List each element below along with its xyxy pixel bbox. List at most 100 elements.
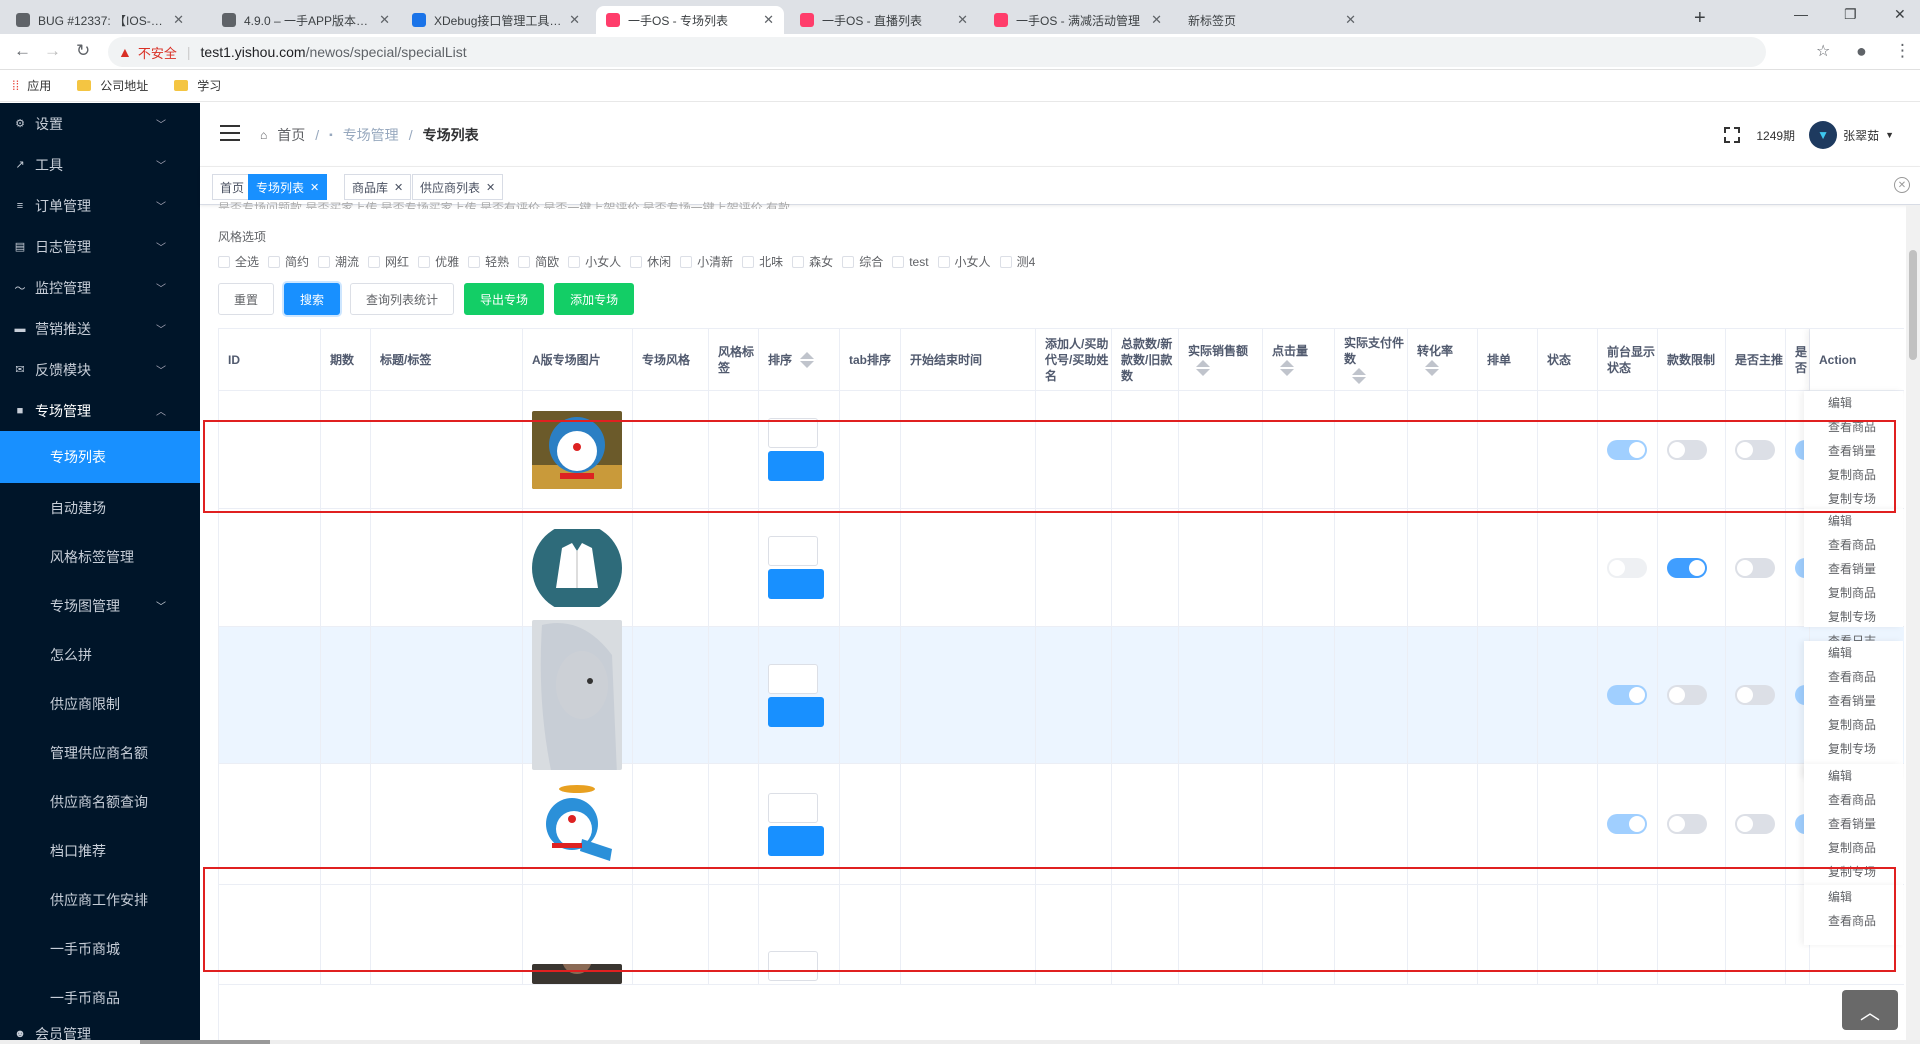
count-limit-toggle[interactable] — [1667, 814, 1707, 834]
front-display-toggle[interactable] — [1607, 557, 1647, 578]
star-icon[interactable]: ☆ — [1816, 41, 1830, 61]
sidebar-submenu-item[interactable]: 专场列表 — [0, 431, 200, 483]
username[interactable]: 张翠茹 — [1843, 127, 1879, 144]
cell-image[interactable] — [523, 885, 633, 984]
style-checkbox[interactable]: 网红 — [368, 253, 409, 270]
stats-button[interactable]: 查询列表统计 — [350, 283, 455, 315]
cell-image[interactable] — [523, 764, 633, 884]
checkbox-box[interactable] — [468, 255, 481, 268]
sidebar-menu-item[interactable]: ■ 专场管理 ︿ — [0, 390, 200, 431]
style-checkbox[interactable]: 全选 — [218, 253, 259, 270]
main-push-toggle[interactable] — [1735, 814, 1775, 834]
browser-tab[interactable]: 4.9.0 – 一手APP版本里程碑 – 一 ✕ — [212, 6, 400, 34]
horizontal-scrollbar[interactable] — [0, 1040, 1920, 1044]
maximize-icon[interactable]: ❐ — [1844, 6, 1857, 23]
special-image[interactable] — [532, 785, 622, 863]
checkbox-box[interactable] — [368, 255, 381, 268]
hamburger-icon[interactable] — [220, 125, 240, 141]
sort-arrows-icon[interactable] — [1280, 359, 1294, 377]
sort-button[interactable] — [768, 569, 824, 599]
sort-input[interactable] — [768, 418, 818, 448]
tab-close-icon[interactable]: ✕ — [1151, 12, 1162, 28]
checkbox-box[interactable] — [518, 255, 531, 268]
sidebar-menu-item[interactable]: ≡ 订单管理 ﹀ — [0, 185, 200, 226]
style-checkbox[interactable]: 小女人 — [937, 253, 991, 270]
fullscreen-icon[interactable] — [1724, 127, 1741, 143]
sort-down-icon[interactable] — [800, 360, 815, 368]
checkbox-box[interactable] — [792, 255, 805, 268]
sidebar-submenu-item[interactable]: 一手币商城 — [0, 924, 200, 973]
main-push-toggle[interactable] — [1735, 685, 1775, 705]
action-link[interactable]: 查看商品 — [1804, 909, 1903, 933]
add-special-button[interactable]: 添加专场 — [554, 283, 635, 315]
main-push-toggle[interactable] — [1735, 557, 1775, 578]
action-link[interactable]: 编辑 — [1804, 641, 1903, 665]
front-display-toggle[interactable] — [1607, 439, 1647, 460]
sort-up-icon[interactable] — [1196, 359, 1210, 367]
sidebar-submenu-item[interactable]: 管理供应商名额 — [0, 728, 200, 777]
checkbox-box[interactable] — [892, 255, 905, 268]
sort-arrows-icon[interactable] — [1352, 367, 1366, 385]
action-link[interactable]: 编辑 — [1804, 509, 1903, 533]
tag-1[interactable]: 首页 — [212, 174, 253, 200]
front-display-toggle[interactable] — [1607, 814, 1647, 834]
sidebar-menu-item[interactable]: ↗ 工具 ﹀ — [0, 144, 200, 185]
style-checkbox[interactable]: 测4 — [999, 253, 1035, 270]
sort-down-icon[interactable] — [1280, 368, 1294, 376]
scrollbar-thumb[interactable] — [140, 1040, 270, 1044]
style-checkbox[interactable]: 综合 — [842, 253, 883, 270]
profile-icon[interactable]: ● — [1856, 41, 1867, 62]
bookmark-study[interactable]: 学习 — [174, 77, 221, 94]
tag-2[interactable]: 专场列表 ✕ — [248, 174, 328, 200]
header-sales[interactable]: 实际销售额 — [1179, 329, 1263, 391]
reset-button[interactable]: 重置 — [218, 283, 275, 315]
export-button[interactable]: 导出专场 — [464, 283, 545, 315]
style-checkbox[interactable]: test — [892, 253, 929, 270]
style-checkbox[interactable]: 小清新 — [680, 253, 733, 270]
back-icon[interactable]: ← — [14, 41, 31, 61]
sidebar-submenu-item[interactable]: 自动建场 — [0, 483, 200, 532]
front-display-toggle[interactable] — [1607, 685, 1647, 705]
tag-close-icon[interactable]: ✕ — [486, 181, 495, 194]
action-link[interactable]: 复制商品 — [1804, 581, 1903, 605]
cell-image[interactable] — [523, 391, 633, 508]
sidebar-submenu-item[interactable]: 供应商名额查询 — [0, 777, 200, 826]
sidebar-menu-item[interactable]: ✉ 反馈模块 ﹀ — [0, 349, 200, 390]
forward-icon[interactable]: → — [44, 41, 61, 61]
count-limit-toggle[interactable] — [1667, 439, 1707, 460]
sidebar-menu-item[interactable]: 〜监控管理 ﹀ — [0, 267, 200, 308]
action-link[interactable]: 查看商品 — [1804, 533, 1903, 557]
header-sort[interactable]: 排序 — [759, 329, 840, 391]
checkbox-box[interactable] — [268, 255, 281, 268]
bookmark-company[interactable]: 公司地址 — [77, 77, 148, 94]
action-link[interactable]: 查看销量 — [1804, 689, 1903, 713]
tab-close-icon[interactable]: ✕ — [569, 12, 580, 28]
style-checkbox[interactable]: 潮流 — [318, 253, 359, 270]
action-link[interactable]: 复制专场 — [1804, 737, 1903, 761]
style-checkbox[interactable]: 轻熟 — [468, 253, 509, 270]
action-link[interactable]: 编辑 — [1804, 885, 1903, 909]
action-link[interactable]: 查看商品 — [1804, 415, 1903, 439]
sort-input[interactable] — [768, 951, 818, 981]
sort-up-icon[interactable] — [800, 351, 815, 359]
sort-arrows-icon[interactable] — [1425, 359, 1439, 377]
action-link[interactable]: 复制商品 — [1804, 713, 1903, 737]
tab-close-icon[interactable]: ✕ — [957, 12, 968, 28]
window-close-icon[interactable]: ✕ — [1894, 6, 1906, 23]
checkbox-box[interactable] — [842, 255, 855, 268]
action-link[interactable]: 编辑 — [1804, 764, 1903, 788]
browser-tab[interactable]: BUG #12337: 【IOS-专属好货-】 ✕ — [6, 6, 194, 34]
action-link[interactable]: 复制专场 — [1804, 487, 1903, 511]
tag-close-icon[interactable]: ✕ — [310, 181, 319, 194]
main-push-toggle[interactable] — [1735, 439, 1775, 460]
sort-down-icon[interactable] — [1352, 376, 1366, 384]
sort-arrows-icon[interactable] — [1196, 359, 1210, 377]
reload-icon[interactable]: ↻ — [76, 41, 90, 61]
action-link[interactable]: 查看销量 — [1804, 557, 1903, 581]
style-checkbox[interactable]: 森女 — [792, 253, 833, 270]
action-link[interactable]: 复制专场 — [1804, 860, 1903, 884]
minimize-icon[interactable]: — — [1794, 6, 1808, 22]
cell-image[interactable] — [523, 509, 633, 626]
checkbox-box[interactable] — [630, 255, 643, 268]
breadcrumb-home[interactable]: 首页 — [277, 125, 305, 145]
